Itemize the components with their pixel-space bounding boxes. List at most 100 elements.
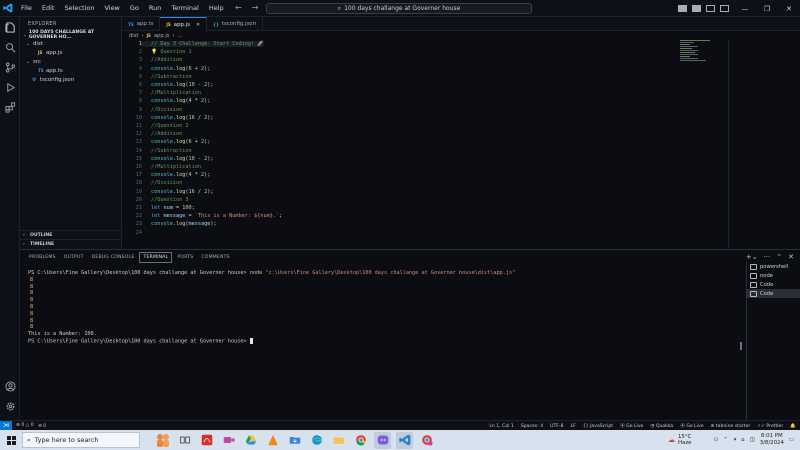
forward-arrow-icon[interactable]: → xyxy=(252,3,259,12)
start-button[interactable] xyxy=(0,430,22,450)
menu-run[interactable]: Run xyxy=(144,4,166,12)
breadcrumb-file[interactable]: app.js xyxy=(154,33,170,39)
terminal-item-code-active[interactable]: Code xyxy=(747,289,800,298)
encoding[interactable]: UTF-8 xyxy=(550,424,563,429)
menu-view[interactable]: View xyxy=(99,4,124,12)
quokka-status[interactable]: ◔ Quokka xyxy=(650,424,673,429)
menu-selection[interactable]: Selection xyxy=(59,4,99,12)
tab-app-ts[interactable]: TS app.ts xyxy=(122,17,161,31)
file-explorer-icon[interactable] xyxy=(330,432,347,449)
back-arrow-icon[interactable]: ← xyxy=(235,3,242,12)
workspace-folder[interactable]: ⌄ 100 DAYS CHALLANGE AT GOVERNER HO... xyxy=(20,30,121,40)
weather-widget[interactable]: ☁ 15°C Haze xyxy=(668,432,692,448)
account-icon[interactable] xyxy=(0,376,20,396)
people-icon[interactable] xyxy=(154,432,171,449)
chevron-up-icon[interactable]: ⌃ xyxy=(776,253,782,261)
outline-section[interactable]: › OUTLINE xyxy=(20,230,122,239)
close-icon[interactable]: ✕ xyxy=(196,22,200,28)
terminal-line: 8 xyxy=(30,317,34,324)
clock[interactable]: 8:01 PM 3/8/2024 xyxy=(760,433,784,447)
tabnine-status[interactable]: ⊛ tabnine starter xyxy=(711,424,751,429)
minimap[interactable] xyxy=(680,40,720,74)
search-icon[interactable] xyxy=(0,37,20,57)
edge-icon[interactable] xyxy=(308,432,325,449)
vscode-taskbar-icon[interactable] xyxy=(396,431,413,449)
end-of-line[interactable]: LF xyxy=(571,424,576,429)
notifications-bell-icon[interactable]: 🔔 xyxy=(790,424,796,429)
indentation[interactable]: Spaces: 4 xyxy=(521,424,543,429)
terminal-output[interactable]: PS C:\Users\Fine Gallery\Desktop\100 day… xyxy=(28,270,740,345)
breadcrumb-tail[interactable]: ... xyxy=(178,33,183,39)
tab-tsconfig[interactable]: {} tsconfig.json xyxy=(207,17,264,31)
language-icon[interactable]: ◫ xyxy=(750,437,755,443)
network-icon[interactable]: ⌂ xyxy=(741,437,744,443)
extensions-icon[interactable] xyxy=(0,97,20,117)
tree-file-tsconfig[interactable]: ⚙ tsconfig.json xyxy=(20,75,121,84)
terminal-item-node[interactable]: node xyxy=(747,271,800,280)
chrome-profile-icon[interactable] xyxy=(418,432,435,449)
task-view-icon[interactable] xyxy=(176,432,193,449)
prettier-status[interactable]: ✓✓ Prettier xyxy=(757,424,783,429)
google-drive-icon[interactable] xyxy=(242,432,259,449)
go-live-status[interactable]: ⦿ Go Live xyxy=(620,423,643,429)
terminal-item-code[interactable]: Code xyxy=(747,280,800,289)
problems-status[interactable]: ⊗ 0 △ 0 xyxy=(16,423,34,429)
tab-debug-console[interactable]: DEBUG CONSOLE xyxy=(89,252,138,263)
toggle-primary-sidebar-icon[interactable] xyxy=(678,5,687,12)
tab-ports[interactable]: PORTS xyxy=(174,252,196,263)
taskbar-search-box[interactable]: ⌕ Type here to search xyxy=(22,432,140,448)
timeline-section[interactable]: › TIMELINE xyxy=(20,239,122,248)
editor-scrollbar[interactable] xyxy=(728,40,734,248)
ports-status[interactable]: ⍾ 0 xyxy=(39,423,46,429)
minimap-line xyxy=(680,44,690,45)
tab-problems[interactable]: PROBLEMS xyxy=(26,252,59,263)
more-actions-icon[interactable]: ··· xyxy=(764,253,771,261)
menu-go[interactable]: Go xyxy=(125,4,144,12)
menu-help[interactable]: Help xyxy=(204,4,229,12)
minimize-icon[interactable]: — xyxy=(734,5,756,13)
menu-edit[interactable]: Edit xyxy=(37,4,60,12)
tree-folder-src[interactable]: ⌄ src xyxy=(20,57,121,66)
breadcrumb-folder[interactable]: dist xyxy=(129,33,138,39)
people-tray-icon[interactable]: ⚇ xyxy=(713,437,718,443)
close-icon[interactable]: ✕ xyxy=(778,5,800,13)
downloads-folder-icon[interactable] xyxy=(286,432,303,449)
go-live-status-2[interactable]: ⦿ Go Live xyxy=(680,423,703,429)
explorer-icon[interactable] xyxy=(0,17,20,37)
command-center[interactable]: ⌕ 100 days challange at Governer house xyxy=(266,3,532,14)
terminal-scrollbar[interactable] xyxy=(740,342,742,350)
menu-terminal[interactable]: Terminal xyxy=(166,4,203,12)
tree-file-app-js[interactable]: JS app.js xyxy=(20,48,121,57)
cursor-position[interactable]: Ln 1, Col 1 xyxy=(489,424,513,429)
terminal-item-powershell[interactable]: powershell xyxy=(747,262,800,271)
notification-center-icon[interactable]: ▭ xyxy=(789,437,794,443)
code-line: 19 console.log(16 / 2); xyxy=(135,188,214,195)
tab-comments[interactable]: COMMENTS xyxy=(198,252,232,263)
chrome-icon[interactable] xyxy=(352,432,369,449)
code-editor[interactable]: 1// Day 3 Challenge: Start Coding! 🚀 2 💡 … xyxy=(122,40,734,248)
acrobat-icon[interactable] xyxy=(198,432,215,449)
tree-file-app-ts[interactable]: TS app.ts xyxy=(20,66,121,75)
toggle-secondary-sidebar-icon[interactable] xyxy=(706,5,715,12)
new-terminal-icon[interactable]: +⌄ xyxy=(746,253,758,261)
chevron-up-icon[interactable]: ⌃ xyxy=(723,437,728,443)
toggle-panel-icon[interactable] xyxy=(692,5,701,12)
run-debug-icon[interactable] xyxy=(0,77,20,97)
tab-terminal[interactable]: TERMINAL xyxy=(139,252,173,263)
volume-icon[interactable]: 🕨 xyxy=(733,437,736,444)
tab-app-js[interactable]: JS app.js ✕ xyxy=(160,17,208,31)
lightbulb-icon[interactable]: 💡 xyxy=(151,49,157,55)
menu-file[interactable]: File xyxy=(16,4,37,12)
tree-folder-dist[interactable]: ⌄ dist xyxy=(20,39,121,48)
customize-layout-icon[interactable] xyxy=(720,5,729,12)
language-mode[interactable]: {} JavaScript xyxy=(583,424,613,429)
close-icon[interactable]: ✕ xyxy=(788,253,794,261)
remote-icon[interactable]: ⋊ xyxy=(0,420,12,431)
camera-app-icon[interactable] xyxy=(220,432,237,449)
manage-gear-icon[interactable] xyxy=(0,396,20,416)
tab-output[interactable]: OUTPUT xyxy=(61,252,87,263)
vlc-icon[interactable] xyxy=(264,432,281,449)
discord-icon[interactable] xyxy=(374,431,391,449)
restore-icon[interactable]: ❐ xyxy=(756,5,778,13)
source-control-icon[interactable] xyxy=(0,57,20,77)
